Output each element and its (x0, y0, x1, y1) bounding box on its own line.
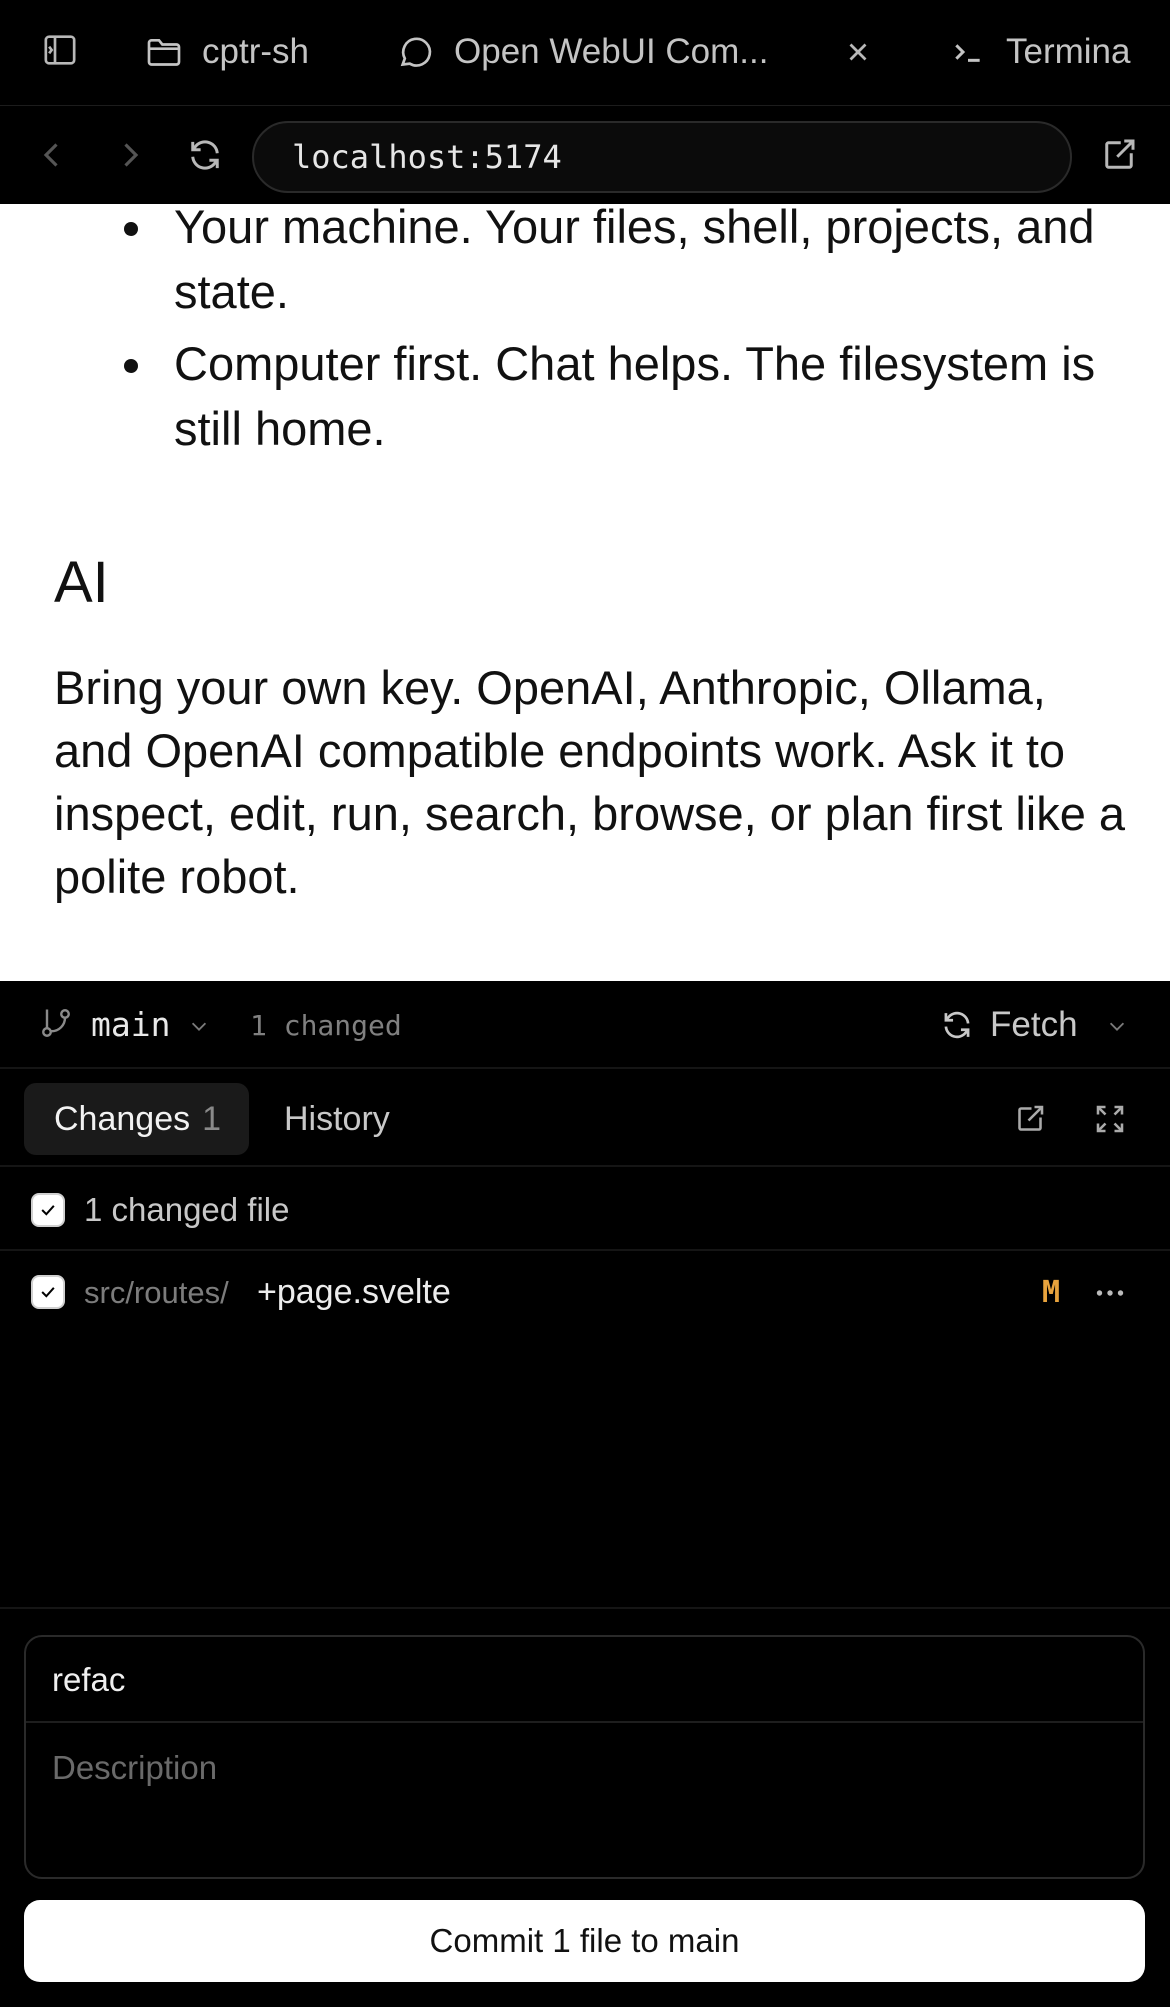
branch-selector[interactable]: main (91, 1005, 170, 1044)
file-checkbox[interactable] (31, 1275, 65, 1309)
file-directory: src/routes/ (84, 1275, 229, 1310)
browser-tab-bar: cptr-sh Open WebUI Com... Termina (0, 0, 1170, 106)
commit-summary-value: refac (52, 1661, 126, 1698)
list-item: Computer first. Chat helps. The filesyst… (124, 331, 1134, 461)
open-external-icon[interactable] (1098, 134, 1140, 176)
select-all-checkbox[interactable] (31, 1193, 65, 1227)
chevron-down-icon[interactable] (188, 1015, 210, 1037)
tab-label: Open WebUI Com... (454, 32, 769, 71)
folder-icon (147, 39, 181, 66)
tab-cptr-sh[interactable]: cptr-sh (144, 28, 309, 76)
changed-count: 1 changed (250, 1009, 402, 1042)
section-heading: AI (54, 550, 109, 615)
fetch-options-chevron-icon[interactable] (1106, 1015, 1128, 1037)
git-toolbar: main 1 changed Fetch (0, 981, 1170, 1069)
reload-icon[interactable] (184, 134, 226, 176)
changed-files-label: 1 changed file (84, 1191, 290, 1228)
terminal-icon (955, 44, 980, 62)
checkmark-icon (41, 1205, 55, 1216)
git-panel: main 1 changed Fetch Changes 1 History 1… (0, 981, 1170, 2007)
url-input[interactable]: localhost:5174 (252, 121, 1072, 193)
chat-bubble-icon (400, 37, 432, 67)
tab-changes-label: Changes (54, 1099, 191, 1138)
git-tabs: Changes 1 History (0, 1071, 1170, 1167)
commit-button[interactable]: Commit 1 file to main (24, 1900, 1145, 1982)
file-row[interactable]: src/routes/ +page.svelte M (0, 1253, 1170, 1333)
back-icon[interactable] (32, 134, 74, 176)
close-tab-icon[interactable] (840, 34, 876, 70)
tab-history[interactable]: History (284, 1083, 390, 1155)
pop-out-icon[interactable] (1012, 1101, 1048, 1137)
tab-terminal[interactable]: Termina (948, 28, 1130, 76)
tab-open-webui[interactable]: Open WebUI Com... (396, 28, 768, 76)
changed-files-header: 1 changed file (0, 1169, 1170, 1251)
refresh-icon (944, 1011, 970, 1039)
forward-icon[interactable] (108, 134, 150, 176)
tab-label: cptr-sh (202, 32, 309, 71)
more-options-icon[interactable] (1092, 1275, 1128, 1311)
sidebar-toggle-icon[interactable] (40, 30, 80, 70)
commit-message-box: refac Description (24, 1635, 1145, 1879)
fetch-button[interactable]: Fetch (938, 1001, 1078, 1049)
maximize-icon[interactable] (1092, 1101, 1128, 1137)
commit-summary-input[interactable]: refac (26, 1637, 1143, 1723)
changes-count-badge: 1 (202, 1099, 222, 1138)
url-text: localhost:5174 (292, 138, 562, 176)
file-status-badge: M (1042, 1275, 1061, 1310)
commit-button-label: Commit 1 file to main (429, 1922, 740, 1959)
section-paragraph: Bring your own key. OpenAI, Anthropic, O… (54, 661, 1126, 903)
git-branch-icon (38, 1005, 74, 1041)
address-bar: localhost:5174 (0, 106, 1170, 204)
checkmark-icon (41, 1287, 55, 1298)
tab-history-label: History (284, 1099, 390, 1138)
fetch-label: Fetch (990, 1005, 1078, 1044)
feature-list: Your machine. Your files, shell, project… (124, 204, 1134, 468)
page-content: Your machine. Your files, shell, project… (0, 204, 1170, 981)
list-item: Your machine. Your files, shell, project… (124, 204, 1134, 324)
commit-description-input[interactable]: Description (52, 1749, 217, 1787)
tab-label: Termina (1006, 32, 1131, 71)
file-name[interactable]: +page.svelte (257, 1273, 451, 1312)
tab-changes[interactable]: Changes 1 (24, 1083, 249, 1155)
